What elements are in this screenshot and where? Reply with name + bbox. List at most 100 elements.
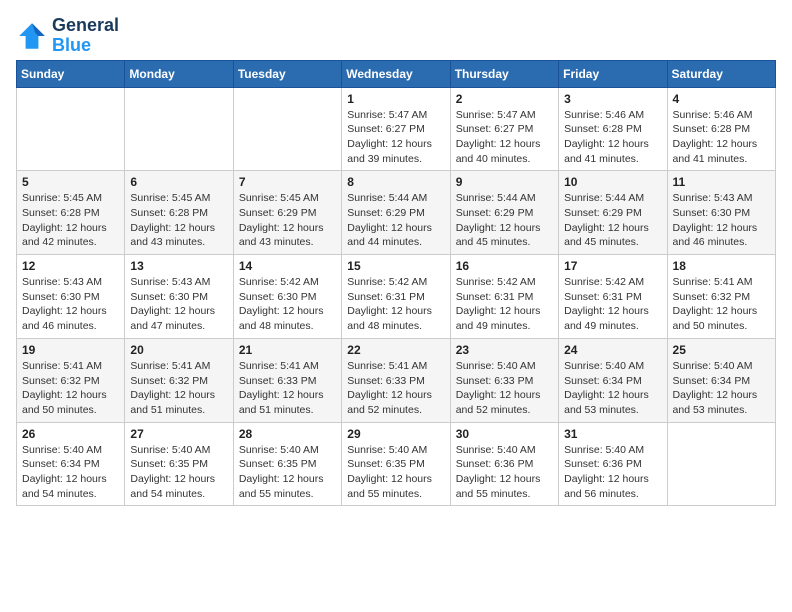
calendar-cell: 20Sunrise: 5:41 AM Sunset: 6:32 PM Dayli… bbox=[125, 338, 233, 422]
day-number: 27 bbox=[130, 427, 227, 441]
calendar-cell: 1Sunrise: 5:47 AM Sunset: 6:27 PM Daylig… bbox=[342, 87, 450, 171]
calendar-body: 1Sunrise: 5:47 AM Sunset: 6:27 PM Daylig… bbox=[17, 87, 776, 506]
day-number: 23 bbox=[456, 343, 553, 357]
calendar-cell: 30 Sunrise: 5:40 AM Sunset: 6:36 PM Dayli… bbox=[450, 422, 558, 506]
calendar-cell: 27 Sunrise: 5:40 AM Sunset: 6:35 PM Dayli… bbox=[125, 422, 233, 506]
day-info: Sunrise: 5:41 AM Sunset: 6:32 PM Dayligh… bbox=[22, 359, 119, 418]
calendar-week-2: 5 Sunrise: 5:45 AM Sunset: 6:28 PM Daylig… bbox=[17, 171, 776, 255]
calendar-cell: 7Sunrise: 5:45 AM Sunset: 6:29 PM Daylig… bbox=[233, 171, 341, 255]
calendar-cell: 22 Sunrise: 5:41 AM Sunset: 6:33 PM Dayli… bbox=[342, 338, 450, 422]
day-number: 30 bbox=[456, 427, 553, 441]
calendar-cell: 10 Sunrise: 5:44 AM Sunset: 6:29 PM Dayli… bbox=[559, 171, 667, 255]
day-info: Sunrise: 5:40 AM Sunset: 6:36 PM Dayligh… bbox=[564, 443, 661, 502]
calendar-cell: 29Sunrise: 5:40 AM Sunset: 6:35 PM Dayli… bbox=[342, 422, 450, 506]
calendar-cell: 25Sunrise: 5:40 AM Sunset: 6:34 PM Dayli… bbox=[667, 338, 775, 422]
day-number: 28 bbox=[239, 427, 336, 441]
day-number: 6 bbox=[130, 175, 227, 189]
day-number: 11 bbox=[673, 175, 770, 189]
day-info: Sunrise: 5:43 AM Sunset: 6:30 PM Dayligh… bbox=[130, 275, 227, 334]
day-info: Sunrise: 5:42 AM Sunset: 6:31 PM Dayligh… bbox=[456, 275, 553, 334]
day-number: 7 bbox=[239, 175, 336, 189]
day-info: Sunrise: 5:44 AM Sunset: 6:29 PM Dayligh… bbox=[456, 191, 553, 250]
day-info: Sunrise: 5:41 AM Sunset: 6:33 PM Dayligh… bbox=[347, 359, 444, 418]
day-info: Sunrise: 5:42 AM Sunset: 6:30 PM Dayligh… bbox=[239, 275, 336, 334]
calendar-cell: 11 Sunrise: 5:43 AM Sunset: 6:30 PM Dayli… bbox=[667, 171, 775, 255]
calendar-cell: 16 Sunrise: 5:42 AM Sunset: 6:31 PM Dayli… bbox=[450, 255, 558, 339]
logo-icon bbox=[16, 20, 48, 52]
day-number: 17 bbox=[564, 259, 661, 273]
calendar-cell: 21Sunrise: 5:41 AM Sunset: 6:33 PM Dayli… bbox=[233, 338, 341, 422]
calendar-cell: 31 Sunrise: 5:40 AM Sunset: 6:36 PM Dayli… bbox=[559, 422, 667, 506]
weekday-header-row: SundayMondayTuesdayWednesdayThursdayFrid… bbox=[17, 60, 776, 87]
day-info: Sunrise: 5:43 AM Sunset: 6:30 PM Dayligh… bbox=[22, 275, 119, 334]
calendar-cell: 14Sunrise: 5:42 AM Sunset: 6:30 PM Dayli… bbox=[233, 255, 341, 339]
day-info: Sunrise: 5:44 AM Sunset: 6:29 PM Dayligh… bbox=[564, 191, 661, 250]
weekday-sunday: Sunday bbox=[17, 60, 125, 87]
calendar-cell: 17 Sunrise: 5:42 AM Sunset: 6:31 PM Dayli… bbox=[559, 255, 667, 339]
calendar-cell: 18 Sunrise: 5:41 AM Sunset: 6:32 PM Dayli… bbox=[667, 255, 775, 339]
calendar-week-3: 12 Sunrise: 5:43 AM Sunset: 6:30 PM Dayli… bbox=[17, 255, 776, 339]
day-info: Sunrise: 5:45 AM Sunset: 6:28 PM Dayligh… bbox=[130, 191, 227, 250]
calendar-cell: 2 Sunrise: 5:47 AM Sunset: 6:27 PM Daylig… bbox=[450, 87, 558, 171]
calendar-cell bbox=[233, 87, 341, 171]
calendar-cell: 12 Sunrise: 5:43 AM Sunset: 6:30 PM Dayli… bbox=[17, 255, 125, 339]
calendar-cell: 28 Sunrise: 5:40 AM Sunset: 6:35 PM Dayli… bbox=[233, 422, 341, 506]
day-info: Sunrise: 5:43 AM Sunset: 6:30 PM Dayligh… bbox=[673, 191, 770, 250]
day-info: Sunrise: 5:40 AM Sunset: 6:34 PM Dayligh… bbox=[564, 359, 661, 418]
day-number: 10 bbox=[564, 175, 661, 189]
day-number: 5 bbox=[22, 175, 119, 189]
day-info: Sunrise: 5:41 AM Sunset: 6:32 PM Dayligh… bbox=[130, 359, 227, 418]
day-info: Sunrise: 5:46 AM Sunset: 6:28 PM Dayligh… bbox=[564, 108, 661, 167]
calendar-cell: 23 Sunrise: 5:40 AM Sunset: 6:33 PM Dayli… bbox=[450, 338, 558, 422]
calendar-cell bbox=[17, 87, 125, 171]
day-info: Sunrise: 5:45 AM Sunset: 6:28 PM Dayligh… bbox=[22, 191, 119, 250]
day-number: 2 bbox=[456, 92, 553, 106]
calendar-cell: 9Sunrise: 5:44 AM Sunset: 6:29 PM Daylig… bbox=[450, 171, 558, 255]
day-number: 18 bbox=[673, 259, 770, 273]
day-info: Sunrise: 5:40 AM Sunset: 6:35 PM Dayligh… bbox=[347, 443, 444, 502]
weekday-saturday: Saturday bbox=[667, 60, 775, 87]
calendar-cell bbox=[667, 422, 775, 506]
day-number: 24 bbox=[564, 343, 661, 357]
calendar-cell bbox=[125, 87, 233, 171]
day-number: 3 bbox=[564, 92, 661, 106]
calendar-cell: 13 Sunrise: 5:43 AM Sunset: 6:30 PM Dayli… bbox=[125, 255, 233, 339]
weekday-friday: Friday bbox=[559, 60, 667, 87]
day-number: 4 bbox=[673, 92, 770, 106]
day-info: Sunrise: 5:40 AM Sunset: 6:34 PM Dayligh… bbox=[22, 443, 119, 502]
day-info: Sunrise: 5:44 AM Sunset: 6:29 PM Dayligh… bbox=[347, 191, 444, 250]
logo: General Blue bbox=[16, 16, 119, 56]
calendar-cell: 4 Sunrise: 5:46 AM Sunset: 6:28 PM Daylig… bbox=[667, 87, 775, 171]
calendar-cell: 3 Sunrise: 5:46 AM Sunset: 6:28 PM Daylig… bbox=[559, 87, 667, 171]
day-number: 12 bbox=[22, 259, 119, 273]
day-info: Sunrise: 5:42 AM Sunset: 6:31 PM Dayligh… bbox=[347, 275, 444, 334]
day-number: 8 bbox=[347, 175, 444, 189]
day-info: Sunrise: 5:40 AM Sunset: 6:33 PM Dayligh… bbox=[456, 359, 553, 418]
calendar-week-5: 26 Sunrise: 5:40 AM Sunset: 6:34 PM Dayli… bbox=[17, 422, 776, 506]
calendar-cell: 26 Sunrise: 5:40 AM Sunset: 6:34 PM Dayli… bbox=[17, 422, 125, 506]
weekday-wednesday: Wednesday bbox=[342, 60, 450, 87]
weekday-tuesday: Tuesday bbox=[233, 60, 341, 87]
day-number: 15 bbox=[347, 259, 444, 273]
calendar-cell: 19 Sunrise: 5:41 AM Sunset: 6:32 PM Dayli… bbox=[17, 338, 125, 422]
weekday-monday: Monday bbox=[125, 60, 233, 87]
weekday-thursday: Thursday bbox=[450, 60, 558, 87]
day-info: Sunrise: 5:46 AM Sunset: 6:28 PM Dayligh… bbox=[673, 108, 770, 167]
day-info: Sunrise: 5:47 AM Sunset: 6:27 PM Dayligh… bbox=[347, 108, 444, 167]
day-info: Sunrise: 5:40 AM Sunset: 6:35 PM Dayligh… bbox=[239, 443, 336, 502]
day-info: Sunrise: 5:40 AM Sunset: 6:35 PM Dayligh… bbox=[130, 443, 227, 502]
day-info: Sunrise: 5:47 AM Sunset: 6:27 PM Dayligh… bbox=[456, 108, 553, 167]
calendar-cell: 6 Sunrise: 5:45 AM Sunset: 6:28 PM Daylig… bbox=[125, 171, 233, 255]
day-number: 16 bbox=[456, 259, 553, 273]
day-number: 22 bbox=[347, 343, 444, 357]
day-info: Sunrise: 5:42 AM Sunset: 6:31 PM Dayligh… bbox=[564, 275, 661, 334]
page-header: General Blue bbox=[16, 16, 776, 56]
calendar-cell: 15 Sunrise: 5:42 AM Sunset: 6:31 PM Dayli… bbox=[342, 255, 450, 339]
day-number: 21 bbox=[239, 343, 336, 357]
day-info: Sunrise: 5:41 AM Sunset: 6:32 PM Dayligh… bbox=[673, 275, 770, 334]
day-info: Sunrise: 5:40 AM Sunset: 6:36 PM Dayligh… bbox=[456, 443, 553, 502]
day-number: 26 bbox=[22, 427, 119, 441]
day-number: 31 bbox=[564, 427, 661, 441]
day-number: 13 bbox=[130, 259, 227, 273]
day-number: 19 bbox=[22, 343, 119, 357]
